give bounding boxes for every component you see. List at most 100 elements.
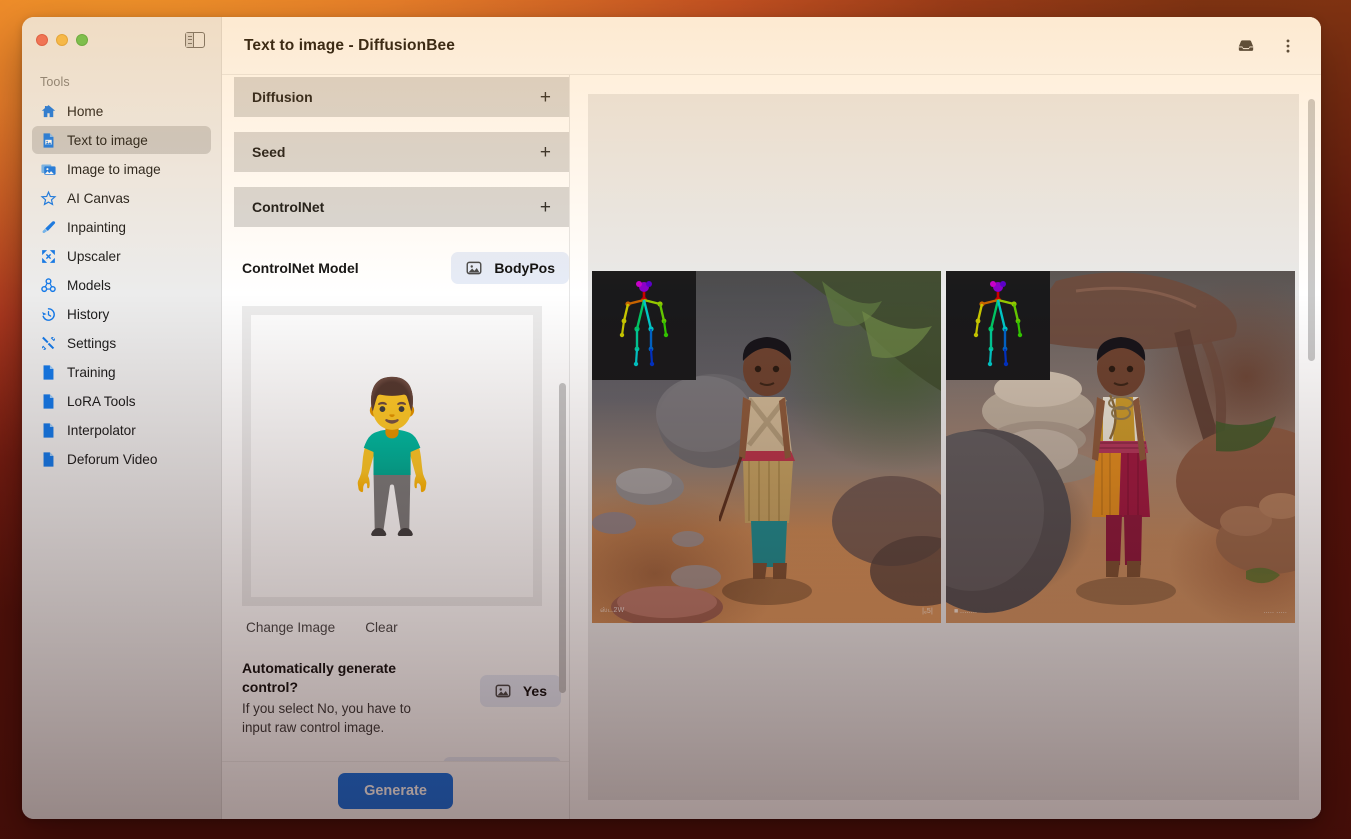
generated-image-1[interactable]: ஸ்ட2W |ₑ5|	[592, 271, 941, 623]
sidebar-item-models[interactable]: Models	[32, 271, 211, 299]
results-pane: ஸ்ட2W |ₑ5|	[570, 75, 1321, 819]
sidebar-item-label: Text to image	[67, 133, 148, 148]
results-canvas: ஸ்ட2W |ₑ5|	[588, 94, 1299, 800]
generate-button[interactable]: Generate	[338, 773, 453, 809]
clear-image-button[interactable]: Clear	[365, 620, 397, 635]
sidebar-item-lora-tools[interactable]: LoRA Tools	[32, 387, 211, 415]
auto-generate-title: Automatically generate control?	[242, 659, 438, 697]
sidebar-item-label: Interpolator	[67, 423, 136, 438]
controlnet-importance-dropdown[interactable]	[443, 757, 561, 761]
controlnet-model-value: BodyPos	[494, 260, 555, 276]
sidebar: Tools Home Text to image	[22, 17, 222, 819]
upscale-icon	[40, 248, 57, 265]
controlnet-importance-text: ControlNet Importance The strength of th…	[242, 757, 422, 761]
history-icon	[40, 306, 57, 323]
accordion-title: Seed	[252, 144, 285, 160]
sidebar-item-home[interactable]: Home	[32, 97, 211, 125]
auto-generate-dropdown[interactable]: Yes	[480, 675, 561, 707]
control-image-preview[interactable]: 🧍‍♂️	[242, 306, 542, 606]
page-title: Text to image - DiffusionBee	[244, 37, 455, 55]
sidebar-item-label: Training	[67, 365, 116, 380]
expand-icon[interactable]: +	[540, 198, 551, 217]
sidebar-toggle-icon[interactable]	[185, 32, 205, 48]
image-placeholder-icon	[465, 259, 483, 277]
controlnet-model-dropdown[interactable]: BodyPos	[451, 252, 569, 284]
content-split: Diffusion + Seed + ControlNet +	[222, 75, 1321, 819]
accordion-title: Diffusion	[252, 89, 313, 105]
sidebar-item-label: Settings	[67, 336, 116, 351]
controlnet-importance-row: ControlNet Importance The strength of th…	[234, 743, 569, 761]
generated-figure	[719, 333, 815, 585]
auto-generate-help: If you select No, you have to input raw …	[242, 699, 438, 737]
sidebar-item-interpolator[interactable]: Interpolator	[32, 416, 211, 444]
sidebar-item-inpainting[interactable]: Inpainting	[32, 213, 211, 241]
auto-generate-control: Yes	[480, 659, 561, 707]
results-scrollbar[interactable]	[1308, 99, 1315, 361]
controlnet-model-row: ControlNet Model BodyPos	[234, 242, 569, 294]
generated-image-2[interactable]: ■ ........ ..... .....	[946, 271, 1295, 623]
controlnet-importance-title: ControlNet Importance	[242, 757, 422, 761]
sidebar-item-label: Home	[67, 104, 103, 119]
generated-figure	[1072, 333, 1170, 585]
change-image-button[interactable]: Change Image	[246, 620, 335, 635]
sidebar-item-image-to-image[interactable]: Image to image	[32, 155, 211, 183]
watermark-right: |ₑ5|	[922, 608, 933, 615]
inbox-icon[interactable]	[1235, 35, 1257, 57]
document-icon	[40, 422, 57, 439]
accordion-controlnet[interactable]: ControlNet +	[234, 187, 569, 227]
paintbrush-icon	[40, 219, 57, 236]
accordion-diffusion[interactable]: Diffusion +	[234, 77, 569, 117]
controlnet-settings: ControlNet Model BodyPos 🧍‍♂️	[222, 242, 569, 761]
sidebar-item-settings[interactable]: Settings	[32, 329, 211, 357]
home-icon	[40, 103, 57, 120]
config-scroll-region: Diffusion + Seed + ControlNet +	[222, 75, 569, 761]
titlebar-actions	[1235, 35, 1299, 57]
config-scrollbar[interactable]	[559, 383, 566, 693]
desktop-wallpaper: Tools Home Text to image	[0, 0, 1351, 839]
sidebar-item-label: Inpainting	[67, 220, 126, 235]
sidebar-nav: Home Text to image Image to image	[22, 97, 221, 473]
sidebar-item-upscaler[interactable]: Upscaler	[32, 242, 211, 270]
models-icon	[40, 277, 57, 294]
config-panel: Diffusion + Seed + ControlNet +	[222, 75, 570, 819]
sidebar-section-label: Tools	[22, 63, 221, 97]
accordion-title: ControlNet	[252, 199, 324, 215]
sidebar-item-label: Models	[67, 278, 111, 293]
sidebar-item-training[interactable]: Training	[32, 358, 211, 386]
window-controls	[22, 17, 221, 63]
expand-icon[interactable]: +	[540, 143, 551, 162]
sidebar-item-label: History	[67, 307, 109, 322]
document-icon	[40, 393, 57, 410]
expand-icon[interactable]: +	[540, 88, 551, 107]
controlnet-model-label: ControlNet Model	[242, 260, 359, 276]
zoom-button[interactable]	[76, 34, 88, 46]
watermark-left: ■ ........	[954, 608, 977, 615]
sidebar-item-label: AI Canvas	[67, 191, 130, 206]
sidebar-item-label: Upscaler	[67, 249, 121, 264]
sidebar-item-history[interactable]: History	[32, 300, 211, 328]
accordion-seed[interactable]: Seed +	[234, 132, 569, 172]
close-button[interactable]	[36, 34, 48, 46]
openpose-skeleton-preview	[592, 271, 696, 380]
watermark-right: ..... .....	[1262, 608, 1287, 615]
main-area: Text to image - DiffusionBee Diffusion	[222, 17, 1321, 819]
sidebar-item-label: LoRA Tools	[67, 394, 136, 409]
auto-generate-control-row: Automatically generate control? If you s…	[234, 645, 569, 743]
star-icon	[40, 190, 57, 207]
auto-generate-value: Yes	[523, 683, 547, 699]
sidebar-item-deforum-video[interactable]: Deforum Video	[32, 445, 211, 473]
sidebar-item-ai-canvas[interactable]: AI Canvas	[32, 184, 211, 212]
titlebar: Text to image - DiffusionBee	[222, 17, 1321, 75]
image-to-image-icon	[40, 161, 57, 178]
minimize-button[interactable]	[56, 34, 68, 46]
config-footer: Generate	[222, 761, 569, 819]
watermark-left: ஸ்ட2W	[600, 606, 624, 615]
auto-generate-text: Automatically generate control? If you s…	[242, 659, 438, 737]
document-icon	[40, 451, 57, 468]
more-options-icon[interactable]	[1277, 35, 1299, 57]
app-window: Tools Home Text to image	[22, 17, 1321, 819]
image-placeholder-icon	[494, 682, 512, 700]
settings-icon	[40, 335, 57, 352]
sidebar-item-label: Image to image	[67, 162, 161, 177]
sidebar-item-text-to-image[interactable]: Text to image	[32, 126, 211, 154]
